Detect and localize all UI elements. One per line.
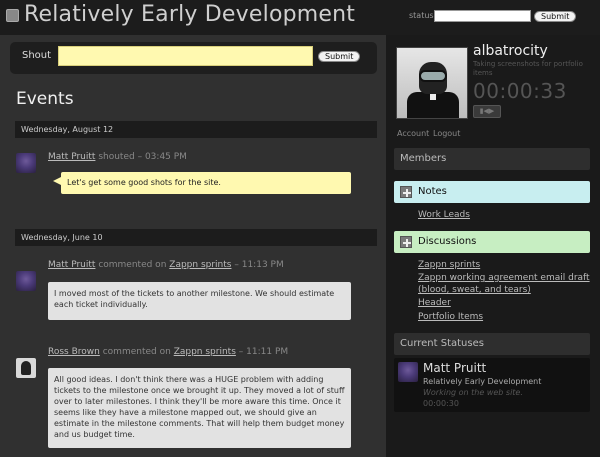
avatar	[16, 271, 36, 291]
event-time: 11:11 PM	[246, 347, 289, 357]
app-title: Relatively Early Development	[24, 2, 356, 27]
account-link[interactable]: Account	[397, 129, 429, 138]
event-action: commented on	[102, 347, 171, 357]
event-action: shouted	[98, 152, 135, 162]
event-time: 11:13 PM	[241, 260, 284, 270]
status-submit-button[interactable]: Submit	[534, 11, 577, 22]
discussion-link[interactable]: Zappn working agreement email draft	[418, 273, 590, 283]
app-logo-icon	[6, 9, 19, 22]
profile-status: Taking screenshots for portfolio items	[473, 60, 583, 77]
status-time: 00:00:30	[423, 399, 459, 408]
events-heading: Events	[16, 89, 74, 109]
shout-label: Shout	[22, 50, 52, 61]
event-author-link[interactable]: Matt Pruitt	[48, 260, 95, 270]
status-text: Working on the web site.	[423, 388, 523, 397]
discussions-heading-label: Discussions	[418, 236, 477, 247]
shout-message: Let's get some good shots for the site.	[61, 172, 351, 194]
top-bar: Relatively Early Development status: Sub…	[0, 0, 600, 35]
event-target-link[interactable]: Zappn sprints	[174, 347, 236, 357]
discussions-heading[interactable]: Discussions	[394, 231, 590, 253]
notes-heading-label: Notes	[418, 186, 447, 197]
shout-input[interactable]	[58, 46, 313, 66]
discussion-link[interactable]: Zappn sprints	[418, 260, 480, 270]
status-user-name: Matt Pruitt	[423, 361, 487, 375]
shout-submit-button[interactable]: Submit	[318, 51, 361, 62]
members-heading[interactable]: Members	[394, 148, 590, 170]
shout-bar: Shout Submit	[10, 42, 377, 74]
event-meta: Matt Pruitt commented on Zappn sprints –…	[48, 260, 284, 270]
date-header: Wednesday, August 12	[15, 121, 377, 138]
discussion-link[interactable]: Portfolio Items	[418, 312, 483, 322]
status-label: status:	[409, 11, 437, 20]
event-author-link[interactable]: Ross Brown	[48, 347, 100, 357]
event-separator: –	[234, 260, 239, 270]
comment-message: All good ideas. I don't think there was …	[48, 368, 351, 448]
discussion-link[interactable]: (blood, sweat, and tears)	[418, 285, 531, 295]
event-author-link[interactable]: Matt Pruitt	[48, 152, 95, 162]
sidebar: albatrocity Taking screenshots for portf…	[386, 35, 600, 457]
expand-plus-icon[interactable]	[400, 186, 412, 198]
profile-picture	[396, 47, 468, 119]
current-statuses-heading: Current Statuses	[394, 333, 590, 355]
event-meta: Matt Pruitt shouted – 03:45 PM	[48, 152, 187, 162]
timer-controls[interactable]: ▮◀▶	[473, 105, 501, 118]
profile-username: albatrocity	[473, 43, 548, 59]
event-meta: Ross Brown commented on Zappn sprints – …	[48, 347, 288, 357]
avatar	[16, 153, 36, 173]
event-action: commented on	[98, 260, 167, 270]
avatar	[16, 358, 36, 378]
status-input[interactable]	[434, 10, 531, 22]
event-target-link[interactable]: Zappn sprints	[169, 260, 231, 270]
avatar	[398, 362, 418, 382]
date-header: Wednesday, June 10	[15, 229, 377, 246]
discussion-link[interactable]: Header	[418, 298, 451, 308]
bubble-tail	[53, 177, 61, 185]
profile-timer: 00:00:33	[473, 79, 567, 103]
status-project: Relatively Early Development	[423, 377, 542, 386]
notes-heading[interactable]: Notes	[394, 181, 590, 203]
comment-message: I moved most of the tickets to another m…	[48, 282, 351, 320]
note-link[interactable]: Work Leads	[418, 210, 470, 220]
logout-link[interactable]: Logout	[433, 129, 460, 138]
main-column: Shout Submit Events Wednesday, August 12…	[0, 35, 386, 457]
status-card: Matt Pruitt Relatively Early Development…	[394, 358, 590, 412]
expand-plus-icon[interactable]	[400, 236, 412, 248]
event-separator: –	[137, 152, 143, 162]
event-separator: –	[238, 347, 244, 357]
event-time: 03:45 PM	[144, 152, 187, 162]
